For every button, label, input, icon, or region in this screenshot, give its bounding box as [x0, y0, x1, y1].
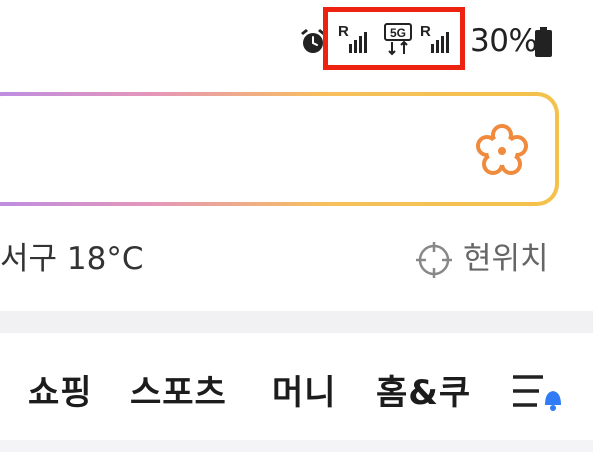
5g-data-icon: 5G	[383, 12, 415, 75]
category-tab-bar: 쇼핑 스포츠 머니 홈&쿠	[0, 333, 593, 452]
network-type-label: 5G	[390, 26, 406, 40]
battery-percentage: 30%	[470, 23, 538, 59]
section-divider	[0, 311, 593, 333]
flower-icon[interactable]	[473, 122, 531, 180]
tab-sports[interactable]: 스포츠	[130, 363, 227, 423]
tab-shopping[interactable]: 쇼핑	[28, 363, 93, 423]
tab-home-cook[interactable]: 홈&쿠	[376, 363, 471, 423]
weather-info[interactable]: 서구 18°C	[0, 235, 144, 283]
current-location-button[interactable]: 현위치	[463, 235, 549, 283]
roaming-label: R	[420, 23, 431, 40]
tab-fade-overlay	[468, 333, 508, 452]
status-bar: R 5G R 30%	[0, 0, 593, 78]
bottom-divider	[0, 440, 593, 452]
roaming-label: R	[338, 23, 349, 40]
search-input[interactable]	[0, 96, 555, 202]
menu-bell-icon[interactable]	[511, 372, 569, 412]
signal-highlight-box: R 5G R	[323, 7, 465, 70]
tab-money[interactable]: 머니	[272, 363, 337, 423]
battery-icon	[535, 27, 552, 57]
signal-roaming-icon: R	[338, 12, 372, 75]
signal-roaming-icon: R	[420, 12, 454, 75]
crosshair-location-icon[interactable]	[416, 242, 452, 278]
